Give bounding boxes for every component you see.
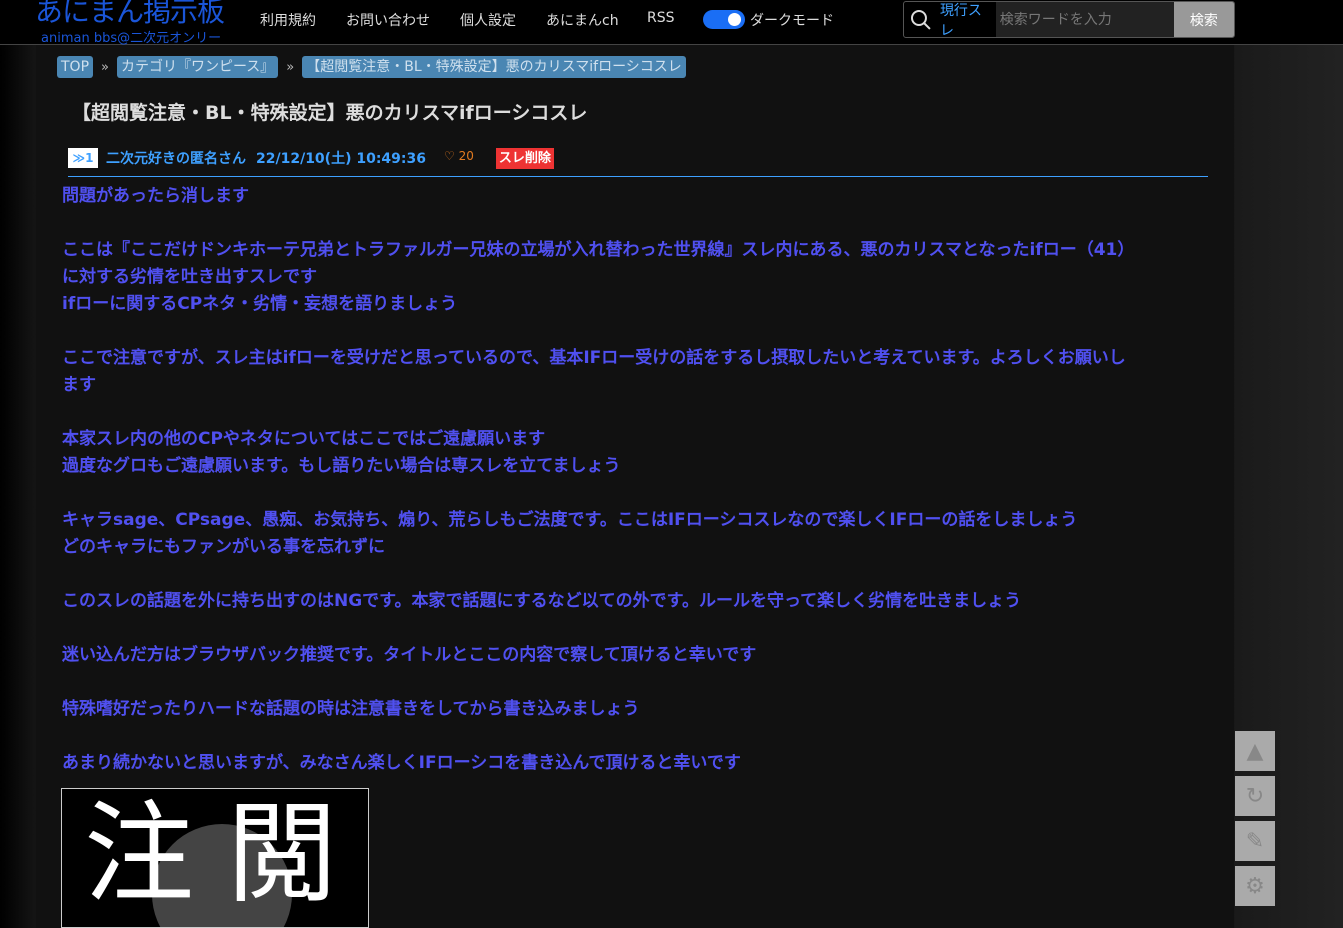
post-line	[62, 561, 1212, 588]
search-bar: 現行スレ 検索	[903, 1, 1235, 38]
site-logo-subtitle: animan bbs@二次元オンリー	[41, 31, 222, 46]
post-line: ifローに関するCPネタ・劣情・妄想を語りましょう	[62, 294, 458, 314]
delete-thread-button[interactable]: スレ削除	[495, 148, 554, 169]
post-line	[62, 723, 1212, 750]
post-line: あまり続かないと思いますが、みなさん楽しくIFローシコを書き込んで頂けると幸いで…	[62, 753, 741, 773]
breadcrumb-thread[interactable]: 【超閲覧注意・BL・特殊設定】悪のカリスマifローシコスレ	[302, 56, 686, 78]
arrow-up-icon: ▲	[1246, 738, 1264, 764]
search-icon	[910, 9, 931, 30]
post-line	[62, 669, 1212, 696]
post-line: 過度なグロもご遠慮願います。もし語りたい場合は専スレを立てましょう	[62, 456, 621, 476]
breadcrumb-separator: »	[286, 59, 295, 75]
scroll-top-button[interactable]: ▲	[1235, 731, 1275, 771]
post-line: 本家スレ内の他のCPやネタについてはここではご遠慮願います	[62, 429, 546, 449]
nav-settings[interactable]: 個人設定	[460, 10, 516, 30]
nav-contact[interactable]: お問い合わせ	[346, 10, 430, 30]
dark-mode-label: ダークモード	[750, 13, 834, 29]
post-line: キャラsage、CPsage、愚痴、お気持ち、煽り、荒らしもご法度です。ここはI…	[62, 510, 1078, 530]
image-char: 閲	[227, 790, 337, 918]
edit-icon: ✎	[1245, 828, 1265, 854]
post-line: 問題があったら消します	[62, 186, 249, 206]
breadcrumb: TOP » カテゴリ『ワンピース』 » 【超閲覧注意・BL・特殊設定】悪のカリス…	[57, 56, 686, 78]
like-count: 20	[458, 149, 474, 163]
post-header: ≫1 二次元好きの匿名さん 22/12/10(土) 10:49:36 ♡ 20 …	[68, 148, 1208, 177]
post-line	[62, 318, 1212, 345]
post-line: このスレの話題を外に持ち出すのはNGです。本家で話題にするなど以ての外です。ルー…	[62, 591, 1022, 611]
nav-rss[interactable]: RSS	[647, 10, 675, 26]
reply-number-button[interactable]: ≫1	[68, 148, 98, 168]
post-line: ここは『ここだけドンキホーテ兄弟とトラファルガー兄妹の立場が入れ替わった世界線』…	[62, 240, 1135, 260]
breadcrumb-category[interactable]: カテゴリ『ワンピース』	[116, 56, 279, 78]
post-line: 特殊嗜好だったりハードな話題の時は注意書きをしてから書き込みましょう	[62, 699, 640, 719]
search-scope[interactable]: 現行スレ	[904, 2, 996, 37]
nav-terms[interactable]: 利用規約	[260, 10, 316, 30]
post-datetime: 22/12/10(土) 10:49:36	[256, 151, 426, 167]
post-line	[62, 399, 1212, 426]
post-line	[62, 210, 1212, 237]
gear-icon: ⚙	[1245, 873, 1265, 899]
image-char: 注	[84, 790, 194, 918]
thread-title: 【超閲覧注意・BL・特殊設定】悪のカリスマifローシコスレ	[72, 102, 588, 124]
post-line: に対する劣情を吐き出すスレです	[62, 267, 317, 287]
post-line: ここで注意ですが、スレ主はifローを受けだと思っているので、基本IFロー受けの話…	[62, 348, 1126, 368]
reload-button[interactable]: ↻	[1235, 776, 1275, 816]
post-line	[62, 615, 1212, 642]
dark-mode-toggle[interactable]	[703, 10, 745, 29]
post-image[interactable]: 注 閲	[61, 788, 369, 928]
post-line: どのキャラにもファンがいる事を忘れずに	[62, 537, 385, 557]
search-input[interactable]	[995, 2, 1174, 37]
post-line	[62, 480, 1212, 507]
search-scope-label: 現行スレ	[939, 2, 982, 38]
search-button[interactable]: 検索	[1173, 2, 1234, 37]
post-body: 問題があったら消しますここは『ここだけドンキホーテ兄弟とトラファルガー兄妹の立場…	[62, 183, 1212, 777]
heart-icon: ♡	[444, 149, 455, 163]
post-author: 二次元好きの匿名さん	[106, 151, 246, 167]
reload-icon: ↻	[1245, 783, 1265, 809]
site-header: あにまん掲示板 animan bbs@二次元オンリー 利用規約 お問い合わせ 個…	[0, 0, 1343, 46]
breadcrumb-separator: »	[101, 59, 109, 75]
write-button[interactable]: ✎	[1235, 821, 1275, 861]
breadcrumb-top[interactable]: TOP	[57, 56, 94, 78]
post-line: ます	[62, 375, 96, 395]
post-line: 迷い込んだ方はブラウザバック推奨です。タイトルとここの内容で察して頂けると幸いで…	[62, 645, 757, 665]
nav-animanch[interactable]: あにまんch	[546, 10, 619, 30]
settings-button[interactable]: ⚙	[1235, 866, 1275, 906]
site-logo[interactable]: あにまん掲示板	[35, 0, 225, 28]
like-button[interactable]: ♡ 20	[444, 149, 474, 163]
